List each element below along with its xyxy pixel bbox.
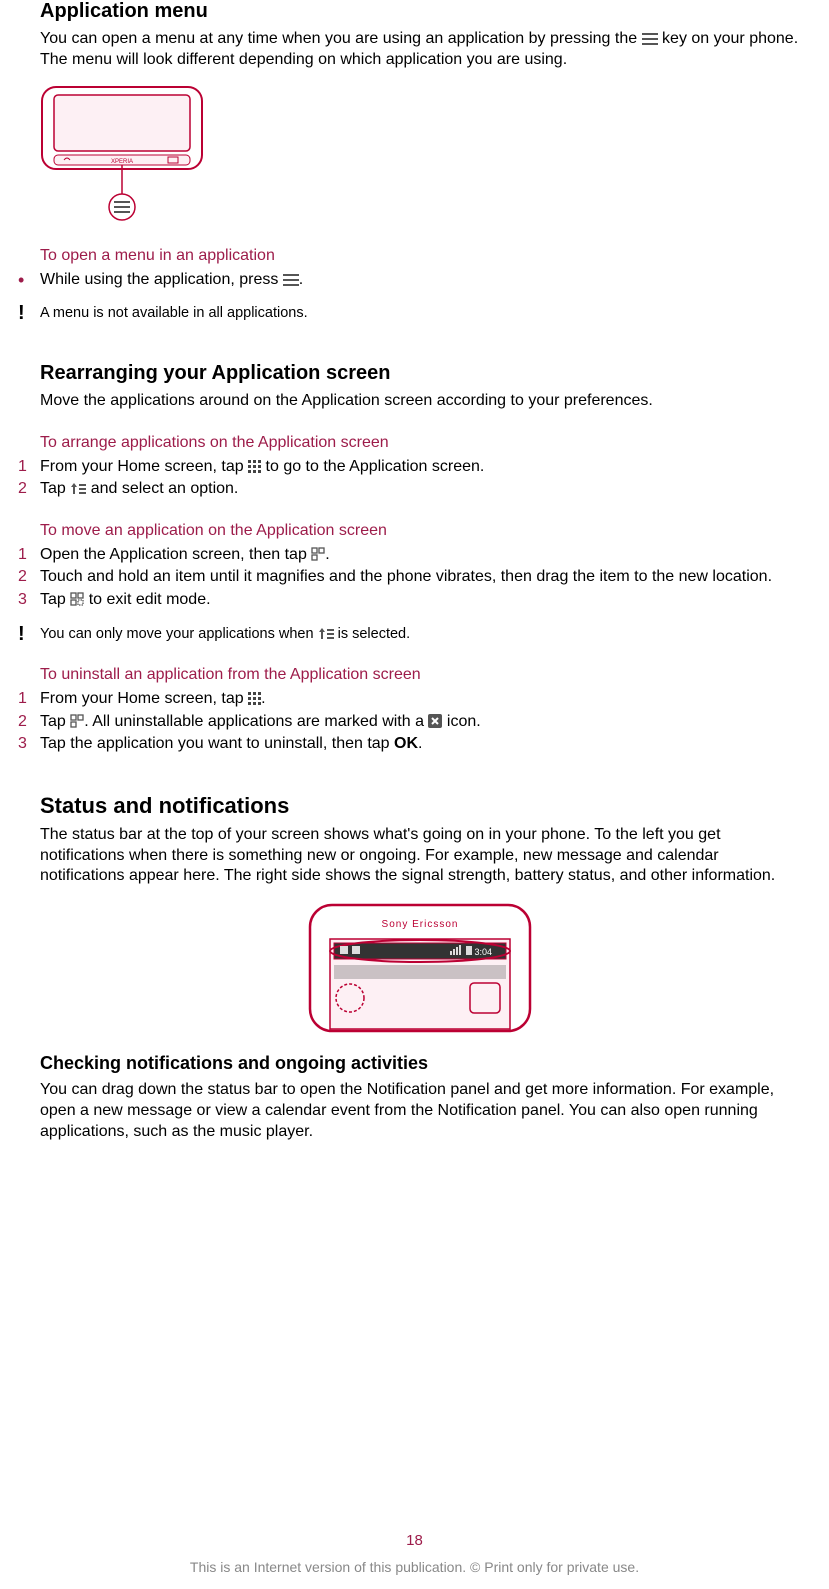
heading-rearranging: Rearranging your Application screen (40, 362, 799, 385)
note: ! A menu is not available in all applica… (40, 304, 799, 324)
step: 2 Touch and hold an item until it magnif… (40, 566, 799, 588)
text: . (299, 271, 303, 288)
heading-status-notifications: Status and notifications (40, 793, 799, 819)
step: 2 Tap . All uninstallable applications a… (40, 711, 799, 733)
text: Tap the application you want to uninstal… (40, 735, 394, 752)
status-time: 3:04 (474, 947, 492, 957)
paragraph: Move the applications around on the Appl… (40, 391, 799, 412)
exit-edit-icon (70, 592, 84, 606)
note: ! You can only move your applications wh… (40, 625, 799, 645)
apps-grid-icon (248, 460, 261, 473)
text: and select an option. (86, 480, 238, 497)
text: Open the Application screen, then tap (40, 546, 311, 563)
bullet: • (18, 269, 40, 289)
step-number: 3 (18, 589, 40, 611)
device-illustration: XPERIA (40, 85, 799, 225)
text: Touch and hold an item until it magnifie… (40, 566, 799, 588)
step: 3 Tap to exit edit mode. (40, 589, 799, 611)
task-heading: To move an application on the Applicatio… (40, 522, 799, 540)
sort-icon (318, 627, 334, 640)
text: . (261, 690, 265, 707)
phone-status-illustration: Sony Ericsson 3:04 (270, 903, 570, 1033)
apps-grid-icon (248, 692, 261, 705)
text: Tap (40, 480, 70, 497)
step: 3 Tap the application you want to uninst… (40, 733, 799, 755)
footer-note: This is an Internet version of this publ… (0, 1559, 829, 1575)
step: 1 Open the Application screen, then tap … (40, 544, 799, 566)
task-heading: To open a menu in an application (40, 247, 799, 265)
menu-icon (283, 274, 299, 286)
step-number: 2 (18, 478, 40, 500)
text: Tap (40, 591, 70, 608)
text: From your Home screen, tap (40, 458, 248, 475)
paragraph: You can drag down the status bar to open… (40, 1080, 799, 1142)
menu-icon (642, 33, 658, 45)
step: 2 Tap and select an option. (40, 478, 799, 500)
task-heading: To uninstall an application from the App… (40, 666, 799, 684)
text: You can open a menu at any time when you… (40, 30, 642, 47)
paragraph: The status bar at the top of your screen… (40, 825, 799, 887)
step-number: 1 (18, 456, 40, 478)
text: . (418, 735, 422, 752)
bullet-step: • While using the application, press . (40, 269, 799, 291)
step: 1 From your Home screen, tap . (40, 688, 799, 710)
ok-label: OK (394, 735, 418, 752)
note-text: A menu is not available in all applicati… (40, 304, 799, 324)
page-number: 18 (0, 1532, 829, 1549)
text: to go to the Application screen. (261, 458, 484, 475)
text: . All uninstallable applications are mar… (84, 713, 428, 730)
text: From your Home screen, tap (40, 690, 248, 707)
step-number: 3 (18, 733, 40, 755)
edit-layout-icon (70, 714, 84, 728)
text: You can only move your applications when (40, 626, 318, 642)
edit-layout-icon (311, 547, 325, 561)
paragraph: You can open a menu at any time when you… (40, 29, 799, 71)
text: Tap (40, 713, 70, 730)
text: to exit edit mode. (84, 591, 210, 608)
step-number: 2 (18, 711, 40, 733)
svg-text:XPERIA: XPERIA (111, 159, 133, 165)
text: icon. (442, 713, 480, 730)
uninstall-x-icon (428, 714, 442, 728)
warning-icon: ! (18, 304, 40, 322)
warning-icon: ! (18, 625, 40, 643)
step-number: 1 (18, 544, 40, 566)
step-number: 2 (18, 566, 40, 588)
step: 1 From your Home screen, tap to go to th… (40, 456, 799, 478)
sort-icon (70, 482, 86, 495)
task-heading: To arrange applications on the Applicati… (40, 434, 799, 452)
text: . (325, 546, 329, 563)
heading-application-menu: Application menu (40, 0, 799, 23)
svg-text:Sony Ericsson: Sony Ericsson (381, 919, 458, 930)
step-number: 1 (18, 688, 40, 710)
heading-checking-notifications: Checking notifications and ongoing activ… (40, 1053, 799, 1074)
text: is selected. (334, 626, 411, 642)
text: While using the application, press (40, 271, 283, 288)
